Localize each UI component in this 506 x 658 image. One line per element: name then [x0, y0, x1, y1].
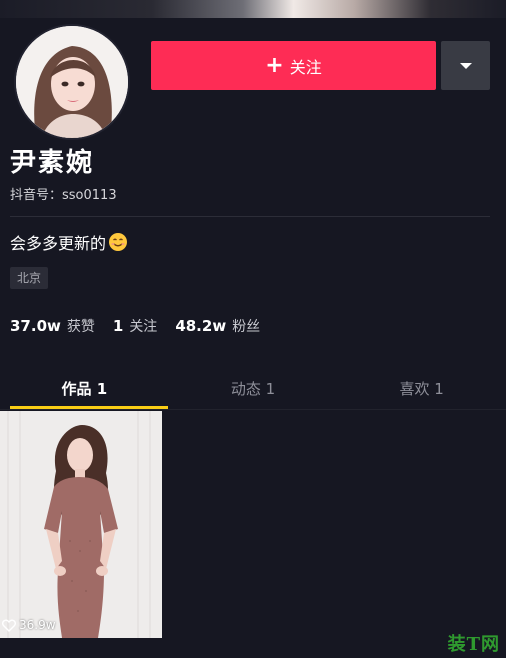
caret-down-icon — [459, 62, 472, 69]
site-watermark: 装T网 — [447, 634, 500, 655]
stat-following-value: 1 — [112, 317, 124, 335]
stat-likes-label: 获赞 — [66, 319, 95, 335]
tab-likes[interactable]: 喜欢 1 — [337, 366, 506, 410]
profile-stats: 37.0w 获赞 1 关注 48.2w 粉丝 — [10, 316, 260, 336]
smiling-face-icon — [109, 233, 128, 251]
profile-name: 尹素婉 — [10, 148, 95, 178]
heart-outline-icon — [2, 619, 16, 632]
divider — [10, 216, 490, 217]
video-likes-count: 36.9w — [19, 618, 56, 632]
video-thumbnail[interactable]: 36.9w — [0, 411, 162, 638]
location-tag[interactable]: 北京 — [10, 267, 49, 289]
tabs-divider — [0, 409, 506, 410]
tab-works[interactable]: 作品 1 — [0, 366, 169, 410]
stat-following[interactable]: 1 关注 — [113, 316, 157, 336]
follow-button-label: 关注 — [289, 57, 322, 77]
profile-bio: 会多多更新的 — [10, 230, 128, 254]
stat-likes[interactable]: 37.0w 获赞 — [10, 316, 95, 336]
bio-text: 会多多更新的 — [10, 234, 107, 253]
stat-followers-label: 粉丝 — [232, 319, 261, 335]
follow-button[interactable]: + 关注 — [151, 41, 436, 90]
profile-page: + 关注 尹素婉 抖音号：sso0113 会多多更新的 北京 37.0w 获赞 … — [0, 0, 506, 658]
video-likes: 36.9w — [2, 618, 56, 632]
plus-icon: + — [265, 52, 284, 78]
avatar[interactable] — [14, 24, 130, 140]
stat-following-label: 关注 — [129, 319, 158, 335]
tab-activity[interactable]: 动态 1 — [169, 366, 338, 410]
stat-followers-value: 48.2w — [175, 317, 227, 335]
content-tabs: 作品 1 动态 1 喜欢 1 — [0, 366, 506, 410]
profile-header: + 关注 — [0, 18, 506, 140]
douyin-id: 抖音号：sso0113 — [10, 188, 117, 203]
more-options-button[interactable] — [441, 41, 490, 90]
video-thumbnail-image — [0, 411, 162, 638]
stat-followers[interactable]: 48.2w 粉丝 — [175, 316, 260, 336]
profile-cover-image — [0, 0, 506, 18]
stat-likes-value: 37.0w — [10, 317, 61, 335]
